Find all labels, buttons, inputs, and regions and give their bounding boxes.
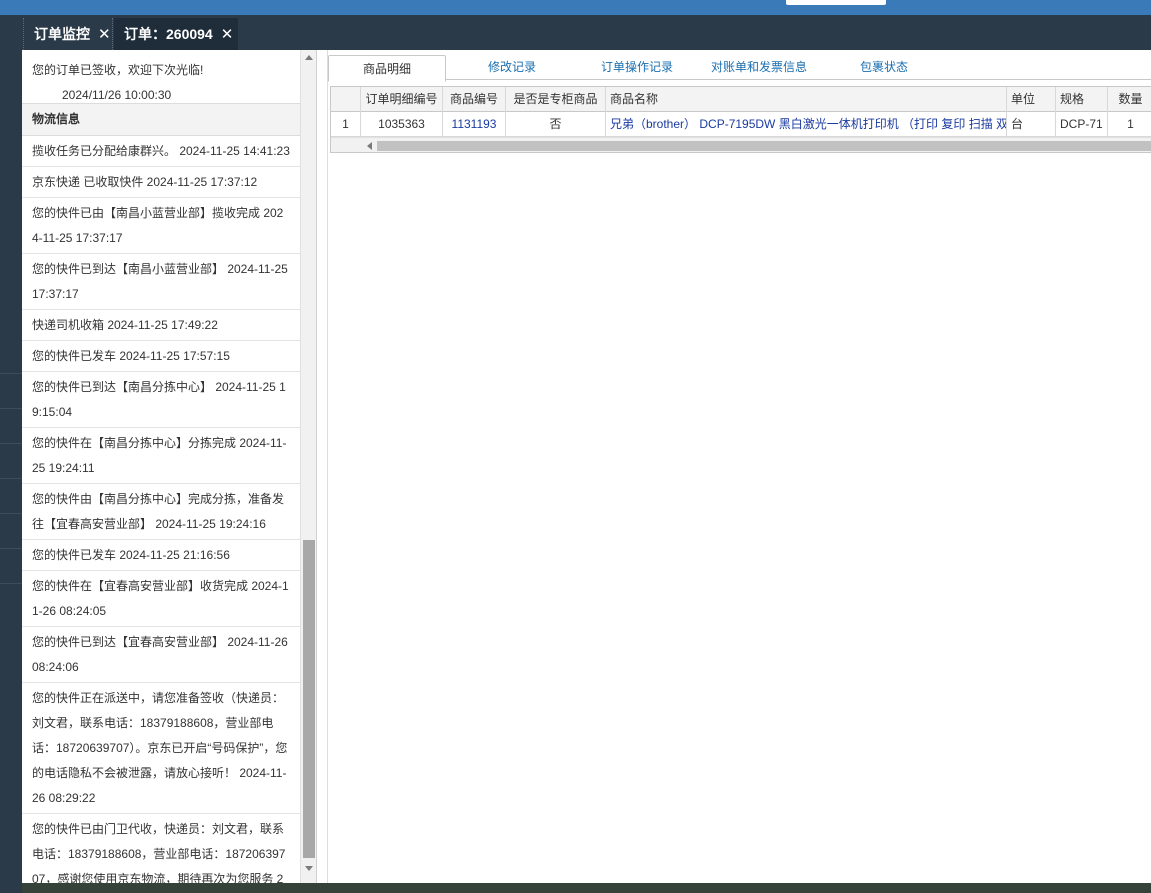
scroll-thumb[interactable] — [303, 540, 315, 858]
logistics-item: 您的快件已发车 2024-11-25 17:57:15 — [22, 341, 300, 372]
signed-notice: 您的订单已签收，欢迎下次光临! 2024/11/26 10:00:30 — [22, 50, 300, 104]
logistics-item: 揽收任务已分配给康群兴。 2024-11-25 14:41:23 — [22, 136, 300, 167]
nav-strip-item[interactable] — [0, 515, 22, 549]
nav-strip-item[interactable] — [0, 550, 22, 584]
logistics-item: 您的快件已由【南昌小蓝营业部】揽收完成 2024-11-25 17:37:17 — [22, 198, 300, 254]
top-header-button[interactable] — [786, 0, 886, 5]
logistics-content: 您的订单已签收，欢迎下次光临! 2024/11/26 10:00:30 物流信息… — [22, 50, 300, 883]
nav-strip-item[interactable] — [0, 410, 22, 444]
logistics-item: 您的快件已到达【宜春高安营业部】 2024-11-26 08:24:06 — [22, 627, 300, 683]
logistics-item: 京东快递 已收取快件 2024-11-25 17:37:12 — [22, 167, 300, 198]
logistics-item: 您的快件已由门卫代收，快递员：刘文君，联系电话：18379188608，营业部电… — [22, 814, 300, 883]
tab-label: 订单：260094 — [124, 26, 213, 42]
nav-strip-item[interactable] — [0, 480, 22, 514]
row-number: 1 — [331, 112, 361, 137]
signed-message: 您的订单已签收，欢迎下次光临! — [32, 63, 204, 77]
close-icon[interactable]: ✕ — [98, 25, 111, 43]
scroll-left-icon[interactable] — [367, 142, 372, 150]
bottom-status-band — [22, 883, 1151, 893]
table-row[interactable]: 1 1035363 1131193 否 兄弟（brother） DCP-7195… — [331, 112, 1151, 137]
logistics-item: 快递司机收箱 2024-11-25 17:49:22 — [22, 310, 300, 341]
tab-bar: 订单监控 ✕ 订单：260094 ✕ — [0, 15, 1151, 50]
cell-detail-no: 1035363 — [361, 112, 443, 137]
close-icon[interactable]: ✕ — [221, 25, 234, 43]
grid-horizontal-scrollbar[interactable] — [331, 137, 1151, 152]
nav-strip-item[interactable] — [0, 375, 22, 409]
cell-unit: 台 — [1007, 112, 1056, 137]
subtab-change-log[interactable]: 修改记录 — [453, 54, 571, 81]
tab-label: 订单监控 — [34, 26, 90, 42]
header-detail-no[interactable]: 订单明细编号 — [361, 87, 443, 112]
logistics-item: 您的快件已发车 2024-11-25 21:16:56 — [22, 540, 300, 571]
cell-is-counter: 否 — [506, 112, 606, 137]
logistics-item: 您的快件已到达【南昌小蓝营业部】 2024-11-25 17:37:17 — [22, 254, 300, 310]
logistics-item: 您的快件已到达【南昌分拣中心】 2024-11-25 19:15:04 — [22, 372, 300, 428]
logistics-item: 您的快件在【宜春高安营业部】收货完成 2024-11-26 08:24:05 — [22, 571, 300, 627]
nav-strip-item[interactable] — [0, 445, 22, 479]
product-grid: 订单明细编号 商品编号 是否是专柜商品 商品名称 单位 规格 数量 1 1035… — [330, 86, 1151, 153]
logistics-list: 揽收任务已分配给康群兴。 2024-11-25 14:41:23 京东快递 已收… — [22, 136, 300, 883]
subtab-order-operation-log[interactable]: 订单操作记录 — [578, 54, 696, 81]
order-detail-panel: 商品明细 修改记录 订单操作记录 对账单和发票信息 包裹状态 订单明细编号 商品… — [327, 50, 1151, 883]
header-is-counter[interactable]: 是否是专柜商品 — [506, 87, 606, 112]
cell-product-name-link[interactable]: 兄弟（brother） DCP-7195DW 黑白激光一体机打印机 （打印 复印… — [606, 112, 1007, 137]
cell-product-code-link[interactable]: 1131193 — [443, 112, 506, 137]
nav-strip-item[interactable] — [0, 340, 22, 374]
left-nav-strip — [0, 50, 22, 893]
detail-subtabs: 商品明细 修改记录 订单操作记录 对账单和发票信息 包裹状态 — [328, 52, 1151, 82]
header-qty[interactable]: 数量 — [1108, 87, 1151, 112]
header-product-name[interactable]: 商品名称 — [606, 87, 1007, 112]
subtab-statement-invoice[interactable]: 对账单和发票信息 — [696, 54, 822, 81]
subtab-package-status[interactable]: 包裹状态 — [828, 54, 940, 81]
tab-order-detail[interactable]: 订单：260094 ✕ — [114, 18, 238, 50]
scroll-up-icon[interactable] — [305, 55, 313, 60]
logistics-title: 物流信息 — [22, 104, 300, 136]
logistics-item: 您的快件由【南昌分拣中心】完成分拣，准备发往【宜春高安营业部】 2024-11-… — [22, 484, 300, 540]
cell-qty: 1 — [1127, 117, 1134, 131]
logistics-scrollbar[interactable] — [300, 50, 316, 883]
logistics-item: 您的快件在【南昌分拣中心】分拣完成 2024-11-25 19:24:11 — [22, 428, 300, 484]
header-product-code[interactable]: 商品编号 — [443, 87, 506, 112]
tab-order-monitor[interactable]: 订单监控 ✕ — [23, 18, 113, 50]
header-spec[interactable]: 规格 — [1056, 87, 1108, 112]
scroll-thumb[interactable] — [377, 141, 1151, 151]
header-row-number — [331, 87, 361, 112]
grid-header: 订单明细编号 商品编号 是否是专柜商品 商品名称 单位 规格 数量 — [331, 87, 1151, 112]
cell-spec: DCP-71 — [1056, 112, 1108, 137]
header-unit[interactable]: 单位 — [1007, 87, 1056, 112]
logistics-panel: 您的订单已签收，欢迎下次光临! 2024/11/26 10:00:30 物流信息… — [22, 50, 317, 883]
logistics-item: 您的快件正在派送中，请您准备签收（快递员：刘文君，联系电话：1837918860… — [22, 683, 300, 814]
tab-bar-left-edge — [0, 15, 22, 50]
scroll-down-icon[interactable] — [305, 866, 313, 871]
subtab-product-details[interactable]: 商品明细 — [328, 55, 446, 82]
top-header-bar — [0, 0, 1151, 15]
